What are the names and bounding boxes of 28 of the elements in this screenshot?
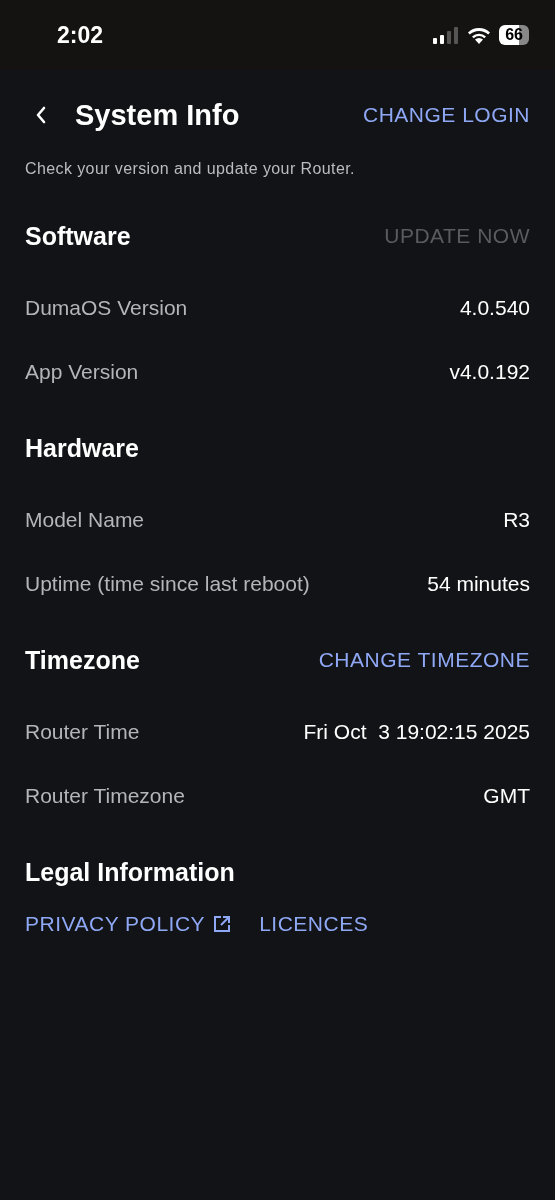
wifi-icon xyxy=(467,26,492,44)
legal-link[interactable]: PRIVACY POLICY xyxy=(25,912,206,936)
section-title: Timezone xyxy=(25,645,140,675)
info-label: DumaOS Version xyxy=(25,296,188,320)
section-title: Legal Information xyxy=(25,857,235,887)
info-label: App Version xyxy=(25,360,139,384)
info-value: R3 xyxy=(503,508,530,532)
info-label: Router Time xyxy=(25,720,140,744)
info-value: 54 minutes xyxy=(427,572,530,596)
page-subtitle: Check your version and update your Router. xyxy=(25,160,356,178)
battery-indicator: 66 xyxy=(499,25,529,45)
change-login-link[interactable]: CHANGE LOGIN xyxy=(362,103,530,127)
section-title: Hardware xyxy=(25,433,139,463)
info-label: Router Timezone xyxy=(25,784,185,808)
status-time: 2:02 xyxy=(57,21,104,49)
page-title: System Info xyxy=(75,98,241,132)
signal-icon xyxy=(433,26,460,44)
info-label: Model Name xyxy=(25,508,145,532)
section-title: Software xyxy=(25,221,131,251)
info-value: GMT xyxy=(483,784,530,808)
section-action-link[interactable]: CHANGE TIMEZONE xyxy=(318,648,530,672)
legal-link[interactable]: LICENCES xyxy=(259,912,369,936)
info-value: v4.0.192 xyxy=(449,360,530,384)
external-link-icon[interactable] xyxy=(213,915,232,933)
back-icon[interactable] xyxy=(35,105,47,125)
info-value: Fri Oct 3 19:02:15 2025 xyxy=(303,720,530,744)
info-value: 4.0.540 xyxy=(459,296,530,320)
info-label: Uptime (time since last reboot) xyxy=(25,572,310,596)
